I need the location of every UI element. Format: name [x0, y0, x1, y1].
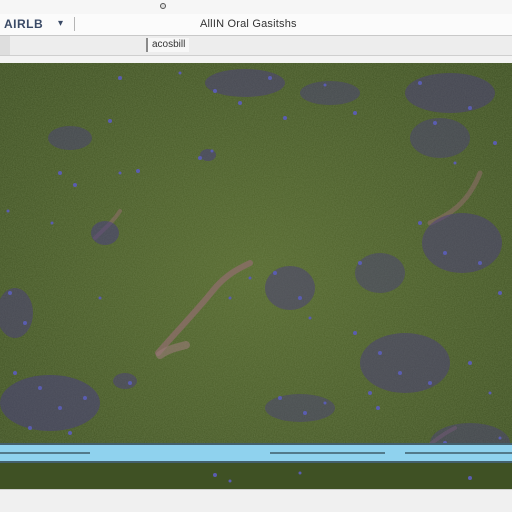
chevron-down-icon[interactable]: ▾ — [58, 18, 63, 29]
status-bar — [0, 489, 512, 512]
camera-icon — [160, 3, 166, 9]
map-view[interactable] — [0, 63, 512, 489]
app-window: AIRLB ▾ AllIN Oral Gasitshs acosbill — [0, 0, 512, 512]
app-menu-button[interactable]: AIRLB — [4, 17, 43, 31]
location-field[interactable]: acosbill — [146, 38, 190, 52]
grass-strip — [0, 463, 512, 489]
map-canvas[interactable] — [0, 63, 512, 489]
toolbar-edge — [0, 36, 10, 55]
title-divider — [74, 17, 75, 31]
window-title: AllIN Oral Gasitshs — [200, 18, 297, 30]
toolbar: acosbill — [0, 36, 512, 56]
title-bar: AIRLB ▾ AllIN Oral Gasitshs — [0, 14, 512, 36]
top-strip — [0, 0, 512, 14]
